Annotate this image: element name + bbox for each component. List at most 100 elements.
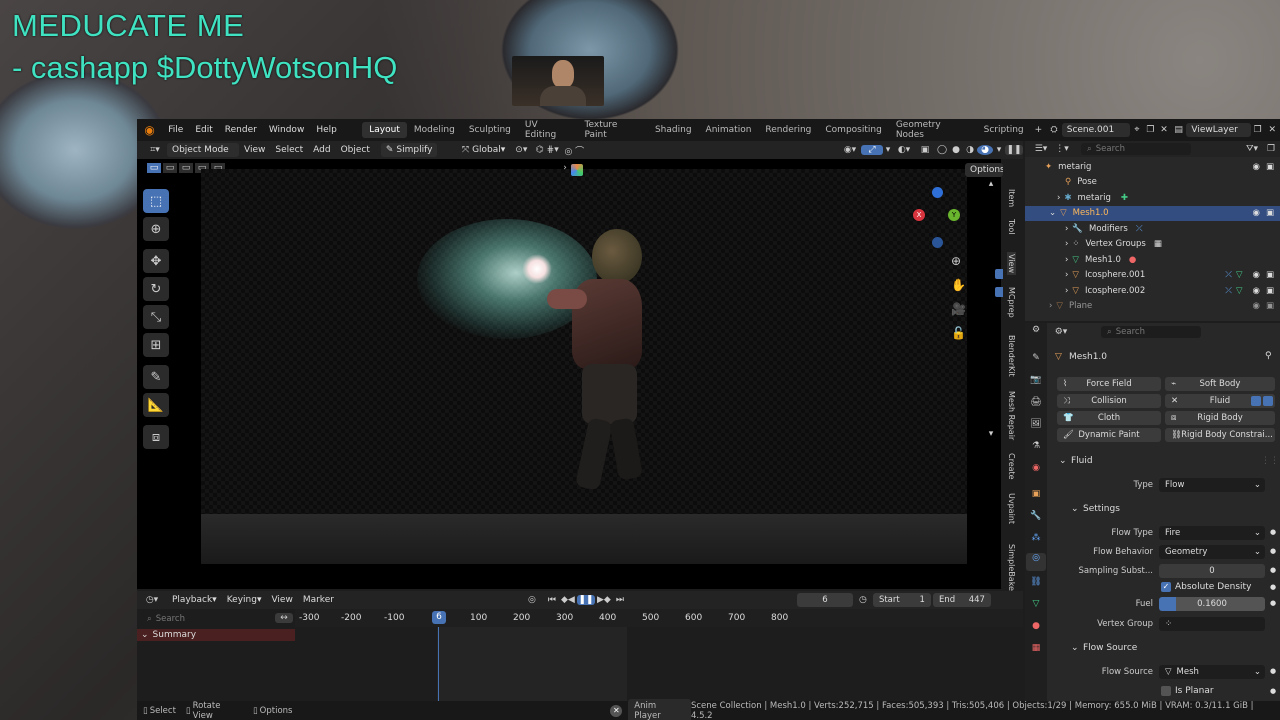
transform-tool[interactable]: ⊞ — [143, 333, 169, 357]
tab-modeling[interactable]: Modeling — [407, 122, 462, 138]
outliner-row[interactable]: › 🔧 Modifiers ⤫ — [1025, 221, 1280, 237]
pin-scene-icon[interactable]: ⌖ — [1130, 125, 1144, 135]
keyframe-dot-icon[interactable]: ● — [1270, 667, 1276, 675]
add-workspace-icon[interactable]: + — [1031, 125, 1047, 135]
camera-icon[interactable]: ▣ — [1266, 208, 1274, 218]
properties-search[interactable]: ⌕ Search — [1101, 326, 1201, 338]
status-anim-player[interactable]: Anim Player — [628, 698, 691, 720]
collapse-icon[interactable]: ⌄ — [1049, 208, 1056, 218]
remove-fluid-icon[interactable]: ✕ — [1171, 396, 1178, 406]
jump-keyframe-back-icon[interactable]: ◆◀ — [559, 595, 577, 605]
menu-edit[interactable]: Edit — [189, 125, 218, 135]
texture-tab-icon[interactable]: ▦ — [1028, 643, 1044, 653]
close-scene-icon[interactable]: ✕ — [1157, 125, 1171, 135]
view-layer-field[interactable]: ViewLayer — [1186, 123, 1251, 137]
gizmo-dropdown-icon[interactable]: ▾ — [883, 145, 893, 155]
physics-tab-icon[interactable]: ◎ — [1026, 553, 1046, 571]
tab-blenderkit[interactable]: BlenderKit — [1007, 335, 1016, 377]
outliner-row[interactable]: › ⁘ Vertex Groups ▦ — [1025, 237, 1280, 253]
rigid-body-button[interactable]: ⧈ Rigid Body — [1165, 411, 1275, 425]
object-tab-icon[interactable]: ▣ — [1028, 489, 1044, 499]
zoom-icon[interactable]: ⊕ — [951, 254, 961, 278]
eye-icon[interactable]: ◉ — [1253, 270, 1260, 280]
outliner-row[interactable]: ⚲ Pose — [1025, 175, 1280, 191]
shading-wireframe-icon[interactable]: ◯ — [935, 145, 949, 155]
tab-view[interactable]: View — [1007, 252, 1016, 275]
outliner-row[interactable]: › ▽ Icosphere.002 ⤫ ▽ ◉ ▣ — [1025, 283, 1280, 299]
start-frame-field[interactable]: Start 1 — [872, 593, 931, 607]
dynamic-paint-button[interactable]: 🖌 Dynamic Paint — [1057, 428, 1161, 442]
cancel-icon[interactable]: ✕ — [610, 704, 623, 717]
scene-icon[interactable]: ⛭ — [1046, 125, 1062, 135]
tab-mcprep[interactable]: MCprep — [1007, 287, 1016, 318]
viewport-toggle-icon[interactable] — [1251, 396, 1261, 406]
filter-icon[interactable]: ⛛▾ — [1242, 144, 1262, 154]
modifier-tab-icon[interactable]: 🔧 — [1028, 511, 1044, 521]
expand-icon[interactable]: › — [1057, 193, 1060, 203]
outliner-row[interactable]: ✦ metarig ◉ ▣ — [1025, 159, 1280, 175]
tab-mesh-repair[interactable]: Mesh Repair — [1007, 391, 1016, 440]
flow-source-panel-header[interactable]: Flow Source — [1083, 643, 1137, 653]
view-layer-icon[interactable]: ▤ — [1171, 125, 1187, 135]
tool-tab-icon[interactable]: ✎ — [1028, 353, 1044, 363]
gizmo-neg-z-icon[interactable] — [932, 237, 943, 248]
camera-view-icon[interactable]: 🎥 — [951, 302, 966, 326]
outliner-row[interactable]: › ▽ Plane ◉ ▣ — [1025, 299, 1280, 315]
timeline-editor-type-icon[interactable]: ◷▾ — [137, 595, 167, 605]
flow-source-panel-chevron-icon[interactable]: ⌄ — [1071, 643, 1079, 653]
render-tab-icon[interactable]: 📷 — [1028, 375, 1044, 385]
tab-simplebake[interactable]: SimpleBake — [1007, 544, 1016, 591]
select-menu[interactable]: Select — [270, 143, 308, 157]
timeline-search[interactable]: ⌕ Search — [141, 612, 271, 625]
select-box-tool[interactable]: ⬚ — [143, 189, 169, 213]
pause-icon[interactable]: ❚❚ — [576, 595, 595, 605]
pin-icon[interactable]: ⚲ — [1265, 351, 1272, 361]
vertex-group-field[interactable]: ⁘ — [1159, 617, 1265, 631]
data-tab-icon[interactable]: ▽ — [1028, 599, 1044, 609]
xray-icon[interactable]: ▣ — [915, 145, 935, 155]
drag-handle-icon[interactable]: ⋮⋮ — [1261, 456, 1279, 466]
editor-type-icon[interactable]: ⌗▾ — [143, 145, 167, 155]
shading-solid-icon[interactable]: ● — [949, 145, 963, 155]
3d-viewport[interactable]: ▭ ▭ ▭ ▭ ▭ ⬚ ⊕ ✥ ↻ ⤡ ⊞ ✎ 📐 ⧈ › Options X … — [137, 159, 1005, 589]
soft-body-button[interactable]: ⌁ Soft Body — [1165, 377, 1275, 391]
select-subtract-icon[interactable]: ▭ — [179, 163, 193, 173]
mode-dropdown[interactable]: Object Mode — [167, 143, 239, 157]
jump-keyframe-forward-icon[interactable]: ▶◆ — [595, 595, 613, 605]
expand-icon[interactable]: › — [1065, 270, 1068, 280]
visibility-icon[interactable]: ◉▾ — [839, 145, 861, 155]
eye-icon[interactable]: ◉ — [1253, 162, 1260, 172]
timeline-view-menu[interactable]: View — [266, 593, 297, 607]
camera-icon[interactable]: ▣ — [1266, 162, 1274, 172]
scroll-up-icon[interactable]: ▴ — [985, 179, 997, 189]
tab-animation[interactable]: Animation — [699, 122, 759, 138]
marker-menu[interactable]: Marker — [298, 593, 339, 607]
preview-range-icon[interactable]: ◷ — [853, 595, 873, 605]
tab-uvpaint[interactable]: Uvpaint — [1007, 493, 1016, 524]
simplify-toggle[interactable]: ✎ Simplify — [380, 143, 437, 157]
outliner-row[interactable]: › ▽ Mesh1.0 ● — [1025, 252, 1280, 268]
eye-icon[interactable]: ◉ — [1253, 208, 1260, 218]
fluid-button[interactable]: ✕ Fluid — [1165, 394, 1275, 408]
gizmo-toggle-icon[interactable]: ⤢ — [861, 145, 883, 155]
is-planar-checkbox[interactable] — [1161, 686, 1171, 696]
keyframe-dot-icon[interactable]: ● — [1270, 547, 1276, 555]
tab-rendering[interactable]: Rendering — [758, 122, 818, 138]
navigation-gizmo[interactable]: X Y — [912, 187, 967, 248]
flow-source-dropdown[interactable]: ▽ Mesh ⌄ — [1159, 665, 1265, 679]
new-view-layer-icon[interactable]: ❐ — [1251, 125, 1265, 135]
lock-camera-icon[interactable]: 🔓 — [951, 326, 966, 350]
output-tab-icon[interactable]: 🖨 — [1028, 397, 1044, 407]
object-color-icon[interactable] — [571, 164, 583, 176]
close-view-layer-icon[interactable]: ✕ — [1264, 125, 1280, 135]
tab-item[interactable]: Item — [1007, 189, 1016, 207]
fluid-panel-chevron-icon[interactable]: ⌄ — [1059, 456, 1067, 466]
tab-uv-editing[interactable]: UV Editing — [518, 117, 578, 143]
shading-rendered-icon[interactable]: ◕ — [977, 145, 993, 155]
measure-tool[interactable]: 📐 — [143, 393, 169, 417]
properties-editor-type-icon[interactable]: ⚙▾ — [1053, 327, 1069, 337]
menu-window[interactable]: Window — [263, 125, 311, 135]
render-toggle-icon[interactable] — [1263, 396, 1273, 406]
outliner-row-selected[interactable]: ⌄ ▽ Mesh1.0 ◉ ▣ — [1025, 205, 1280, 221]
new-collection-icon[interactable]: ❐ — [1262, 144, 1280, 154]
